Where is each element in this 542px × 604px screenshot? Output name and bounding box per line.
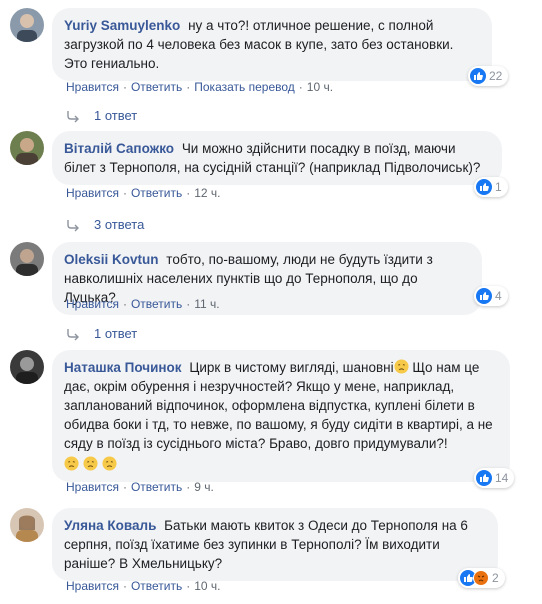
reaction-summary[interactable]: 22 <box>468 66 509 86</box>
like-link[interactable]: Нравится <box>66 297 119 311</box>
comment-author[interactable]: Уляна Коваль <box>64 518 156 533</box>
like-reaction-icon <box>476 470 492 486</box>
comment-bubble: Наташка Починок Цирк в чистому вигляді, … <box>52 350 510 482</box>
like-link[interactable]: Нравится <box>66 80 119 94</box>
replies-label[interactable]: 3 ответа <box>94 217 144 232</box>
reaction-summary[interactable]: 1 <box>474 177 508 197</box>
comment-time[interactable]: 9 ч. <box>194 480 214 494</box>
comment-actions: Нравится · Ответить · 10 ч. <box>66 579 221 593</box>
comment-text: Цирк в чистому вигляді, шановні <box>189 360 394 375</box>
avatar[interactable] <box>10 242 44 276</box>
comment-author[interactable]: Наташка Починок <box>64 360 182 375</box>
comment-author[interactable]: Віталій Сапожко <box>64 141 174 156</box>
reply-arrow-icon <box>67 219 79 231</box>
comment-actions: Нравится · Ответить · Показать перевод · 10 ч. <box>66 80 334 94</box>
comment-time[interactable]: 10 ч. <box>307 80 333 94</box>
reaction-summary[interactable]: 14 <box>474 468 515 488</box>
comment-bubble: Yuriy Samuylenko ну а что?! отличное реш… <box>52 8 492 81</box>
like-link[interactable]: Нравится <box>66 186 119 200</box>
reaction-count: 4 <box>495 289 502 303</box>
like-link[interactable]: Нравится <box>66 579 119 593</box>
sad-face-emoji-icon <box>64 456 79 471</box>
translate-link[interactable]: Показать перевод <box>194 80 295 94</box>
sad-face-emoji-icon <box>83 456 98 471</box>
emoji-row <box>64 455 498 474</box>
reaction-count: 22 <box>489 69 503 83</box>
like-reaction-icon <box>476 288 492 304</box>
like-reaction-icon <box>476 179 492 195</box>
avatar[interactable] <box>10 350 44 384</box>
reply-arrow-icon <box>67 110 79 122</box>
comment-time[interactable]: 11 ч. <box>194 297 219 311</box>
replies-label[interactable]: 1 ответ <box>94 108 137 123</box>
replies-label[interactable]: 1 ответ <box>94 326 137 341</box>
angry-reaction-icon <box>473 570 489 586</box>
comment-bubble: Віталій Сапожко Чи можно здійснити посад… <box>52 131 502 185</box>
reply-link[interactable]: Ответить <box>131 297 182 311</box>
reaction-count: 14 <box>495 471 509 485</box>
reaction-summary[interactable]: 4 <box>474 286 508 306</box>
reaction-summary[interactable]: 2 <box>458 568 505 588</box>
comment-time[interactable]: 10 ч. <box>194 579 220 593</box>
comment-actions: Нравится · Ответить · 9 ч. <box>66 480 214 494</box>
sad-face-emoji-icon <box>102 456 117 471</box>
view-replies[interactable]: 1 ответ <box>66 326 137 341</box>
reply-link[interactable]: Ответить <box>131 579 182 593</box>
reply-arrow-icon <box>67 328 79 340</box>
comment-time[interactable]: 12 ч. <box>194 186 220 200</box>
comment-actions: Нравится · Ответить · 12 ч. <box>66 186 221 200</box>
avatar[interactable] <box>10 131 44 165</box>
avatar[interactable] <box>10 8 44 42</box>
like-reaction-icon <box>470 68 486 84</box>
reply-link[interactable]: Ответить <box>131 480 182 494</box>
view-replies[interactable]: 3 ответа <box>66 217 144 232</box>
comment-actions: Нравится · Ответить · 11 ч. <box>66 297 220 311</box>
view-replies[interactable]: 1 ответ <box>66 108 137 123</box>
sad-face-emoji-icon <box>394 359 409 374</box>
like-link[interactable]: Нравится <box>66 480 119 494</box>
comment-author[interactable]: Yuriy Samuylenko <box>64 18 180 33</box>
reply-link[interactable]: Ответить <box>131 186 182 200</box>
avatar[interactable] <box>10 508 44 542</box>
reply-link[interactable]: Ответить <box>131 80 182 94</box>
comment-author[interactable]: Oleksii Kovtun <box>64 252 159 267</box>
reaction-count: 2 <box>492 571 499 585</box>
reaction-count: 1 <box>495 180 502 194</box>
comment-bubble: Уляна Коваль Батьки мають квиток з Одеси… <box>52 508 498 581</box>
